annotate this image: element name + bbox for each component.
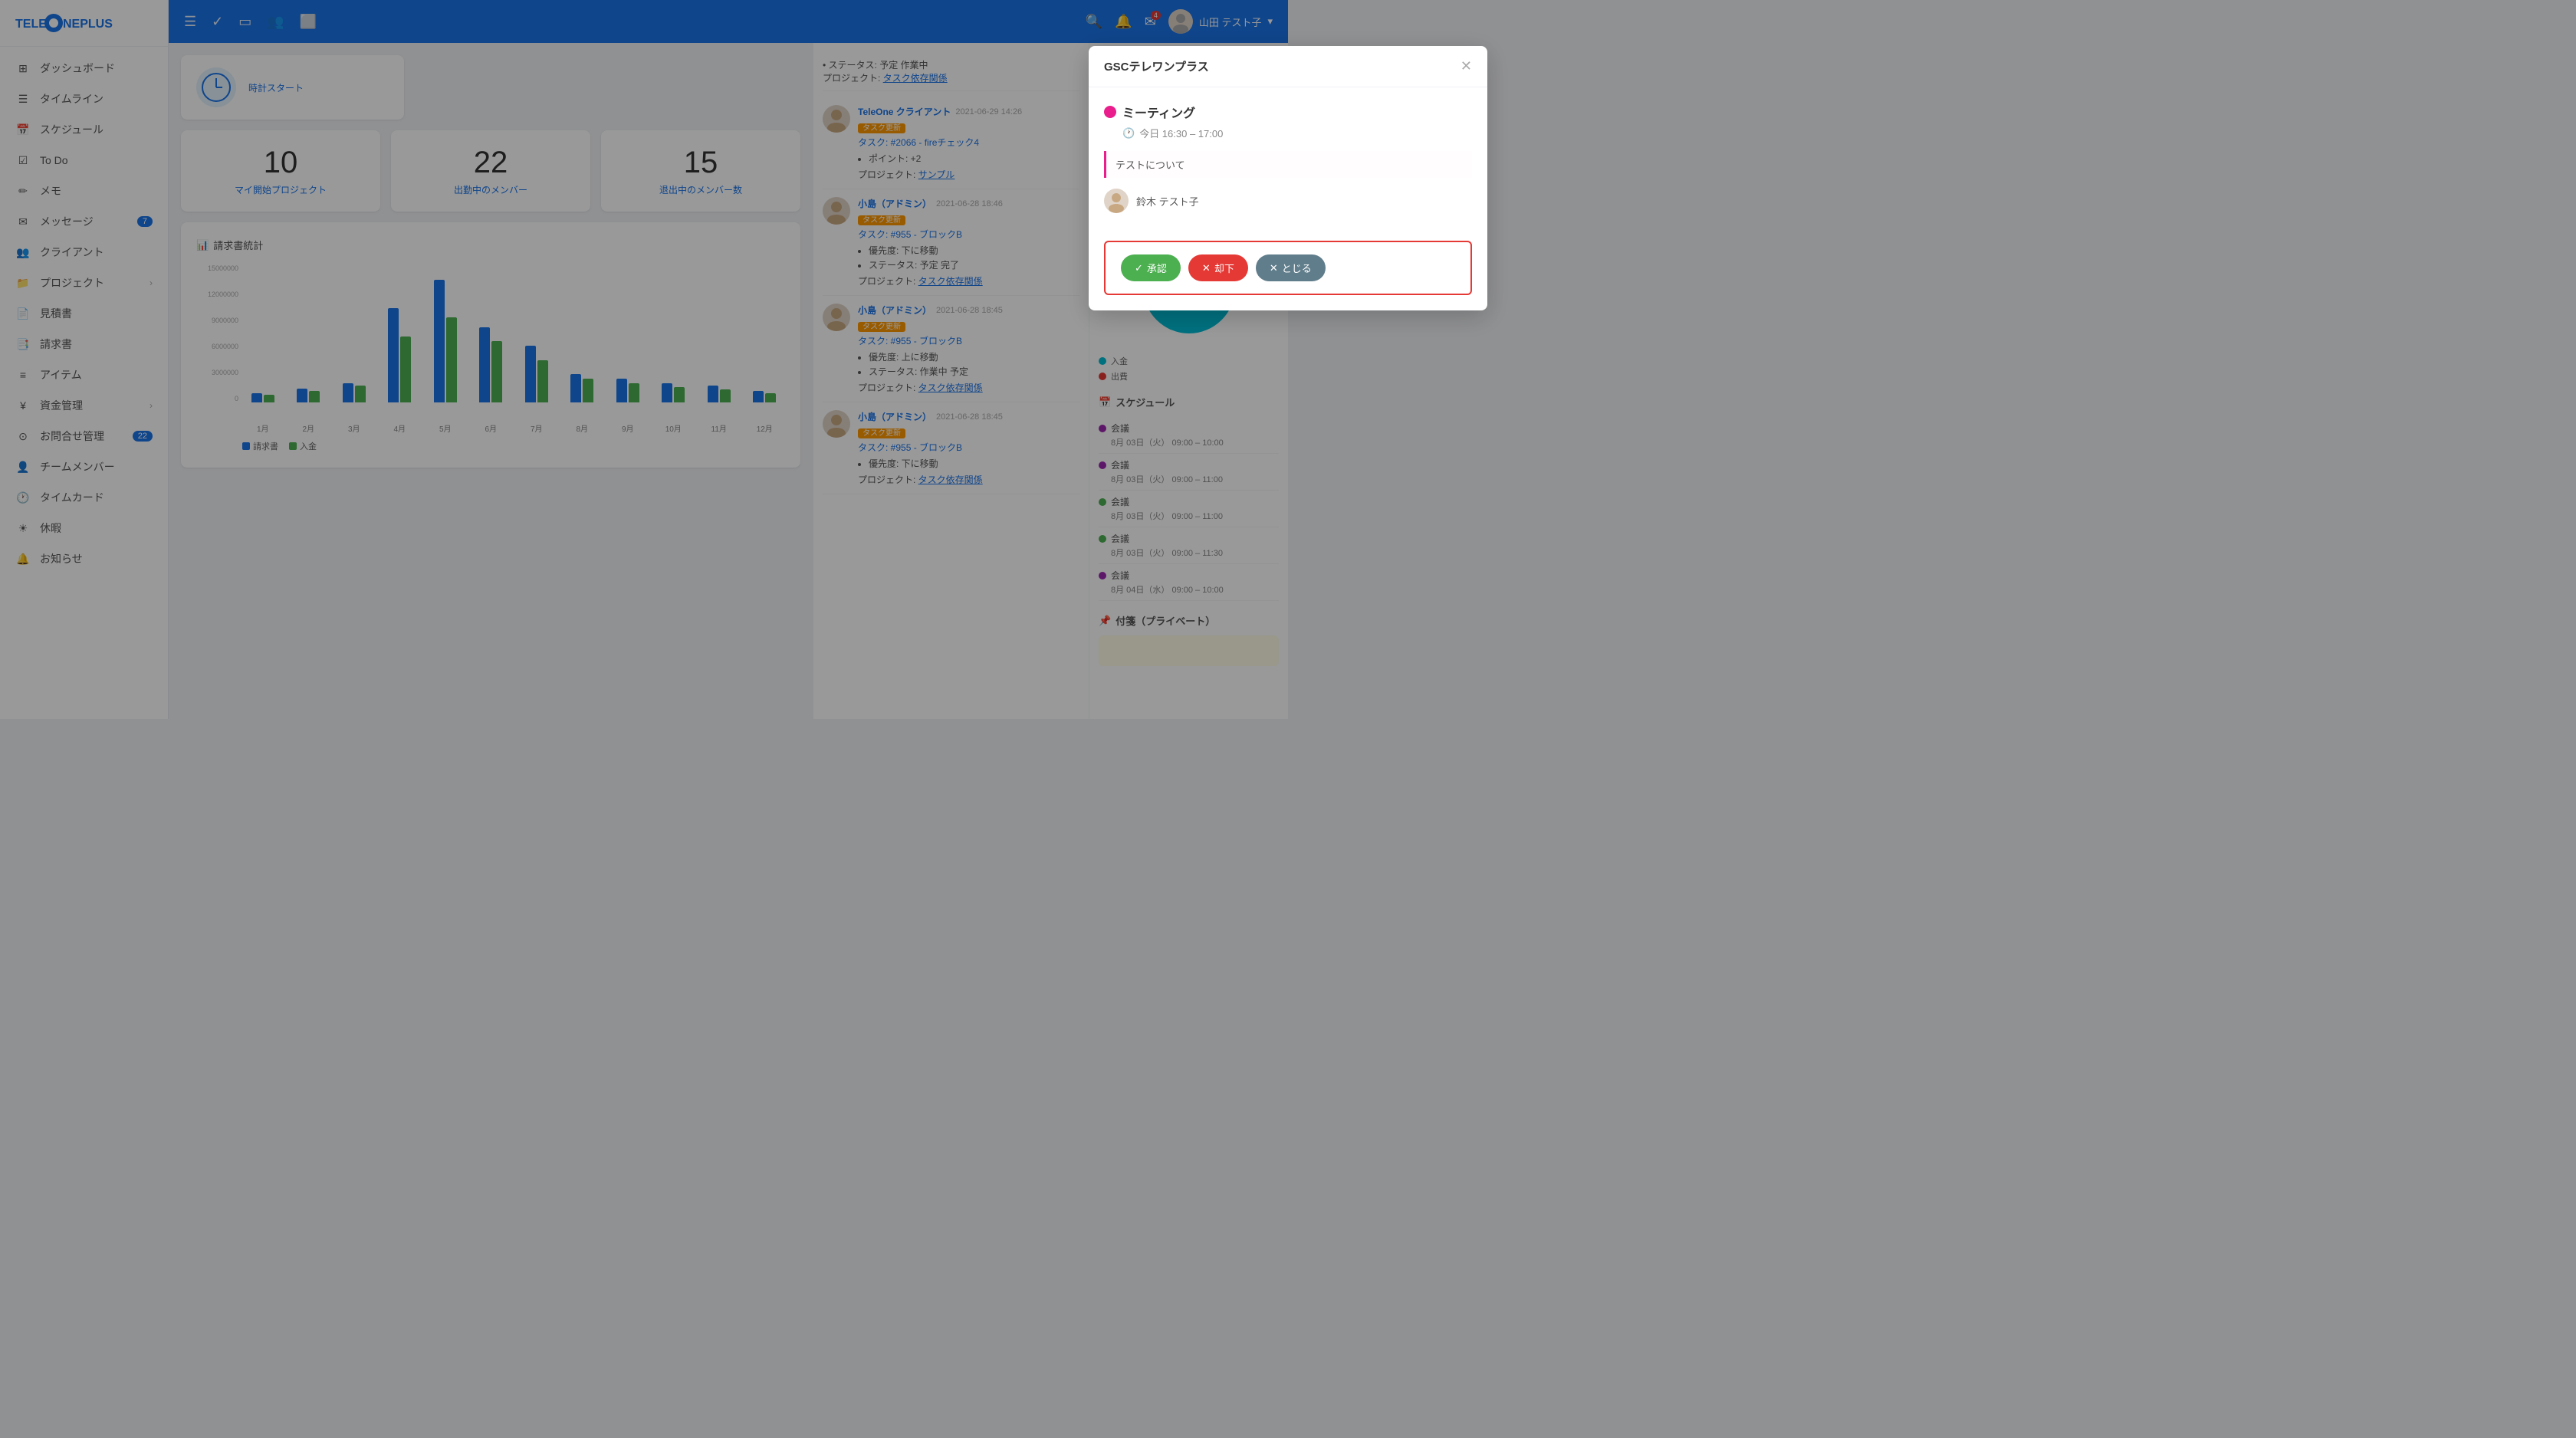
close-button-action[interactable]: ✕ とじる [1256, 254, 1326, 281]
event-name: ミーティング [1122, 103, 1195, 121]
x-icon-reject: ✕ [1202, 262, 1211, 274]
modal-title: GSCテレワンプラス [1104, 58, 1209, 74]
modal-body: ミーティング 🕐 今日 16:30 – 17:00 テストについて 鈴木 テスト… [1089, 87, 1487, 228]
attendee-avatar [1104, 189, 1129, 213]
event-color-dot [1104, 106, 1116, 118]
modal-overlay[interactable]: GSCテレワンプラス ✕ ミーティング 🕐 今日 16:30 – 17:00 テ… [0, 0, 2576, 1438]
clock-icon-modal: 🕐 [1122, 127, 1135, 140]
reject-button[interactable]: ✕ 却下 [1188, 254, 1248, 281]
approve-button[interactable]: ✓ 承認 [1121, 254, 1181, 281]
event-title-row: ミーティング [1104, 103, 1472, 121]
modal-actions: ✓ 承認 ✕ 却下 ✕ とじる [1104, 241, 1472, 295]
event-attendee: 鈴木 テスト子 [1104, 189, 1472, 213]
modal-dialog: GSCテレワンプラス ✕ ミーティング 🕐 今日 16:30 – 17:00 テ… [1089, 46, 1487, 310]
event-description: テストについて [1104, 151, 1472, 178]
attendee-name: 鈴木 テスト子 [1136, 194, 1199, 208]
modal-header: GSCテレワンプラス ✕ [1089, 46, 1487, 87]
check-icon: ✓ [1135, 262, 1143, 274]
x-icon-close: ✕ [1270, 262, 1278, 274]
modal-close-button[interactable]: ✕ [1460, 58, 1472, 74]
event-time: 🕐 今日 16:30 – 17:00 [1104, 126, 1472, 140]
